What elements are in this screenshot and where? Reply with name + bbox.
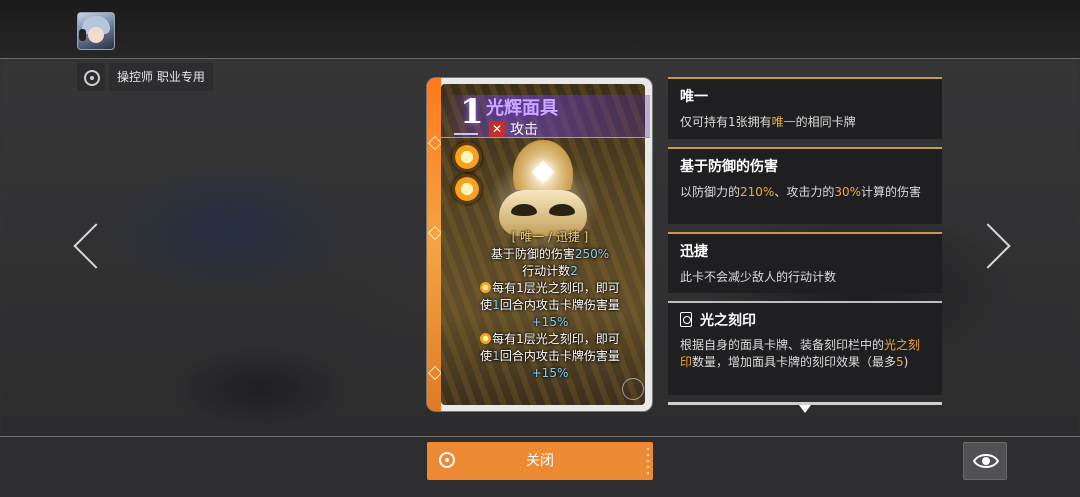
cost-underline (454, 133, 478, 135)
light-seal-icon (452, 142, 482, 172)
prev-card-arrow[interactable] (72, 218, 102, 274)
card-description: [ 唯一 / 迅捷 ] 基于防御的伤害250% 行动计数2 每有1层光之刻印，即… (459, 229, 641, 382)
keyword-panel-unique: 唯一 仅可持有1张拥有唯一的相同卡牌 (668, 77, 942, 139)
desc-effect: +15% (531, 315, 569, 329)
panel-body: 根据自身的面具卡牌、装备刻印栏中的光之刻印数量，增加面具卡牌的刻印效果（最多5) (680, 338, 921, 369)
avatar-face (88, 27, 104, 43)
card-cost: 1 (460, 92, 484, 132)
panel-body: 仅可持有1张拥有唯一的相同卡牌 (680, 115, 856, 129)
crossed-swords-icon: ✕ (489, 121, 505, 137)
panel-body: 以防御力的210%、攻击力的30%计算的伤害 (680, 185, 922, 199)
eye-icon (973, 454, 999, 468)
button-dots (647, 448, 649, 474)
target-icon (77, 63, 105, 91)
light-seal-icon (480, 333, 492, 344)
desc-effect: 使1回合内攻击卡牌伤害量 (480, 298, 620, 312)
light-seal-icon (452, 174, 482, 204)
panel-title: 唯一 (680, 89, 708, 105)
card-name: 光辉面具 (486, 98, 558, 119)
keyword-panel-light-seal: 光之刻印 根据自身的面具卡牌、装备刻印栏中的光之刻印数量，增加面具卡牌的刻印效果… (668, 301, 942, 395)
character-avatar[interactable] (77, 12, 115, 50)
desc-line: 行动计数2 (522, 264, 578, 278)
card-type-label: 攻击 (510, 122, 538, 138)
avatar-headphone (79, 29, 86, 41)
card-side-strip (427, 78, 443, 411)
treble-clef-icon (622, 378, 644, 400)
scroll-down-icon[interactable] (799, 405, 811, 413)
keyword-panel-defense-damage: 基于防御的伤害 以防御力的210%、攻击力的30%计算的伤害 (668, 147, 942, 224)
panel-title: 光之刻印 (680, 311, 932, 331)
desc-effect: 使1回合内攻击卡牌伤害量 (480, 349, 620, 363)
desc-effect: +15% (531, 366, 569, 380)
job-exclusive-tag: 操控师 职业专用 (77, 63, 215, 91)
desc-effect: 每有1层光之刻印，即可 (459, 331, 641, 348)
job-exclusive-label: 操控师 职业专用 (109, 63, 213, 91)
panel-title: 迅捷 (680, 244, 708, 260)
card-tags: [ 唯一 / 迅捷 ] (511, 230, 589, 244)
close-button[interactable]: 关闭 (427, 442, 653, 480)
view-toggle-button[interactable] (963, 442, 1007, 480)
panel-body: 此卡不会减少敌人的行动计数 (680, 270, 837, 284)
next-card-arrow[interactable] (978, 218, 1008, 274)
keyword-panel-swift: 迅捷 此卡不会减少敌人的行动计数 (668, 232, 942, 293)
close-button-label: 关闭 (526, 453, 554, 469)
top-bar (0, 0, 1080, 59)
panel-title: 基于防御的伤害 (680, 159, 778, 175)
light-seal-icon (480, 282, 492, 293)
desc-effect: 每有1层光之刻印，即可 (459, 280, 641, 297)
desc-line: 基于防御的伤害250% (490, 247, 610, 261)
seal-card-icon (680, 312, 692, 327)
